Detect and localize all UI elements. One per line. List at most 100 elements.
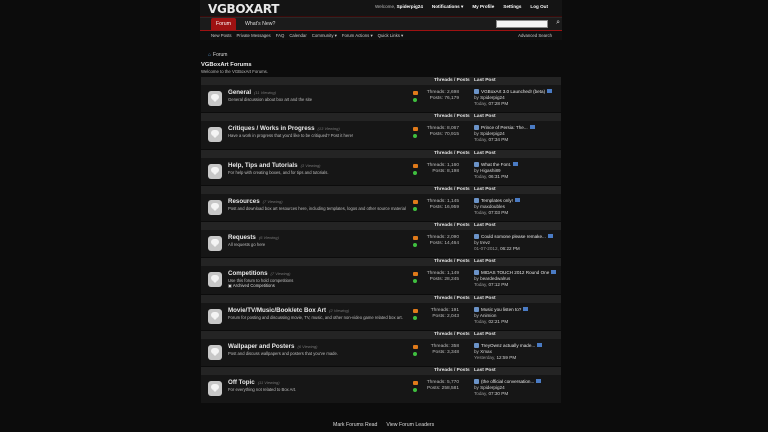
go-to-last-post-icon[interactable]	[551, 270, 557, 275]
last-post-header: Last Post	[474, 150, 496, 156]
forum-actions-menu[interactable]: Forum Actions ▾	[342, 33, 373, 39]
post-count: Posts: 8,198	[432, 168, 459, 174]
last-post-user[interactable]: Spiderpig24	[480, 385, 505, 390]
last-post-title[interactable]: Templates only!	[481, 198, 513, 203]
last-post-user[interactable]: beardedwalrus	[480, 276, 510, 281]
online-status-icon	[413, 352, 417, 357]
tab-whats-new[interactable]: What's New?	[245, 21, 275, 27]
new-posts-link[interactable]: New Posts	[211, 33, 232, 38]
forum-title-link[interactable]: General (11 Viewing)	[228, 89, 276, 96]
last-post-time: Yesterday, 12:59 PM	[474, 355, 517, 361]
forum-stats: Threads: 8,067 Posts: 70,915	[419, 126, 459, 138]
search-input[interactable]	[496, 20, 548, 28]
forum-title-link[interactable]: Requests (6 Viewing)	[228, 234, 279, 241]
online-status-icon	[413, 98, 417, 102]
go-to-last-post-icon[interactable]	[529, 125, 535, 130]
rss-icon[interactable]	[413, 236, 418, 241]
go-to-last-post-icon[interactable]	[536, 379, 542, 384]
last-post-user[interactable]: Animion	[480, 313, 497, 318]
advanced-search-link[interactable]: Advanced Search	[518, 33, 552, 38]
forum-row: Critiques / Works in Progress (13 Viewing…	[201, 121, 561, 150]
last-post-title[interactable]: Music you listen to?	[481, 307, 521, 312]
forum-section-header: Threads / Posts Last Post	[201, 149, 561, 158]
forum-title-link[interactable]: Critiques / Works in Progress (13 Viewing…	[228, 125, 340, 132]
last-post-title[interactable]: (the official conversation...	[481, 379, 534, 384]
rss-icon[interactable]	[413, 272, 418, 277]
last-post-header: Last Post	[474, 368, 496, 374]
calendar-link[interactable]: Calendar	[289, 33, 306, 38]
post-count: Posts: 16,959	[429, 204, 459, 210]
go-to-last-post-icon[interactable]	[513, 161, 519, 166]
forum-stats: Threads: 358 Posts: 3,348	[419, 344, 459, 356]
last-post-header: Last Post	[474, 332, 496, 338]
go-to-last-post-icon[interactable]	[537, 343, 543, 348]
last-post-title[interactable]: TreyOwnz actually made...	[481, 343, 535, 348]
go-to-last-post-icon[interactable]	[523, 306, 529, 311]
post-icon	[474, 197, 479, 203]
go-to-last-post-icon[interactable]	[547, 234, 553, 239]
forum-section-header: Threads / Posts Last Post	[201, 331, 561, 340]
viewing-count: (11 Viewing)	[257, 380, 280, 386]
last-post-title[interactable]: Prince of Persia: The...	[481, 125, 528, 130]
viewing-count: (3 Viewing)	[300, 162, 321, 168]
online-status-icon	[413, 243, 417, 248]
go-to-last-post-icon[interactable]	[514, 197, 520, 202]
last-post-time: Today, 07:12 PM	[474, 282, 509, 288]
logout-link[interactable]: Log Out	[530, 4, 548, 10]
faq-link[interactable]: FAQ	[276, 33, 285, 38]
go-to-last-post-icon[interactable]	[547, 89, 553, 93]
threads-posts-header: Threads / Posts	[434, 150, 470, 156]
rss-icon[interactable]	[413, 381, 418, 386]
forum-title-link[interactable]: Competitions (7 Viewing)	[228, 270, 290, 277]
forum-title-link[interactable]: Resources (7 Viewing)	[228, 198, 283, 205]
username-link[interactable]: Spiderpig24	[397, 4, 423, 9]
forum-title-link[interactable]: Help, Tips and Tutorials (3 Viewing)	[228, 162, 321, 169]
viewing-count: (6 Viewing)	[258, 235, 279, 241]
rss-icon[interactable]	[413, 199, 418, 204]
last-post-user[interactable]: Xmax	[480, 349, 492, 354]
rss-icon[interactable]	[413, 163, 418, 168]
post-count: Posts: 258,581	[426, 386, 459, 392]
rss-icon[interactable]	[413, 91, 418, 95]
last-post-title[interactable]: What the Font.	[481, 162, 511, 167]
notifications-menu[interactable]: Notifications ▾	[432, 4, 463, 10]
search-icon[interactable]: ⌕	[556, 19, 560, 27]
online-status-icon	[413, 279, 417, 284]
community-menu[interactable]: Community ▾	[312, 33, 337, 39]
online-status-icon	[413, 134, 417, 139]
rss-icon[interactable]	[413, 127, 418, 132]
home-icon[interactable]: ⌂	[208, 52, 211, 58]
last-post-title[interactable]: MIDAS TOUCH 2012 Round One	[481, 270, 549, 275]
forum-title-link[interactable]: Movie/TV/Music/Book/etc Box Art (2 Viewin…	[228, 307, 349, 314]
forum-title-link[interactable]: Wallpaper and Posters (6 Viewing)	[228, 343, 317, 350]
forum-section-header: Threads / Posts Last Post	[201, 367, 561, 376]
mark-forums-read-link[interactable]: Mark Forums Read	[333, 422, 377, 428]
last-post-user[interactable]: maxdoubles	[480, 204, 505, 209]
last-post-user[interactable]: Spiderpig24	[480, 131, 505, 136]
last-post-user[interactable]: Spiderpig24	[480, 95, 505, 100]
forum-status-icon	[208, 381, 222, 397]
view-forum-leaders-link[interactable]: View Forum Leaders	[386, 422, 434, 428]
forum-status-icon	[208, 345, 222, 361]
last-post-title[interactable]: Could somone please remake...	[481, 234, 546, 239]
forum-status-icon	[208, 236, 222, 252]
forum-description: For help with creating boxes, and for ti…	[228, 169, 329, 175]
last-post-user[interactable]: trevz	[480, 240, 490, 245]
last-post-title[interactable]: VGBoxArt 3.0 Launched! (beta)	[481, 89, 545, 94]
site-logo[interactable]: VGBOXART	[208, 2, 279, 16]
forum-title-link[interactable]: Off Topic (11 Viewing)	[228, 379, 280, 386]
settings-link[interactable]: Settings	[503, 4, 521, 10]
archived-competitions-link[interactable]: ▣ Archived Competitions	[228, 283, 275, 288]
last-post-user[interactable]: Higashi89	[480, 168, 500, 173]
threads-posts-header: Threads / Posts	[434, 295, 470, 301]
private-messages-link[interactable]: Private Messages	[237, 33, 271, 38]
last-post-header: Last Post	[474, 186, 496, 192]
quick-links-menu[interactable]: Quick Links ▾	[378, 33, 404, 39]
rss-icon[interactable]	[413, 308, 418, 313]
my-profile-link[interactable]: My Profile	[472, 4, 494, 10]
forum-description: All requests go here	[228, 242, 266, 248]
forum-description: Use this forum to hold competitions ▣ Ar…	[228, 278, 294, 289]
viewing-count: (2 Viewing)	[329, 307, 350, 313]
breadcrumb-forum[interactable]: Forum	[213, 52, 227, 58]
rss-icon[interactable]	[413, 345, 418, 350]
